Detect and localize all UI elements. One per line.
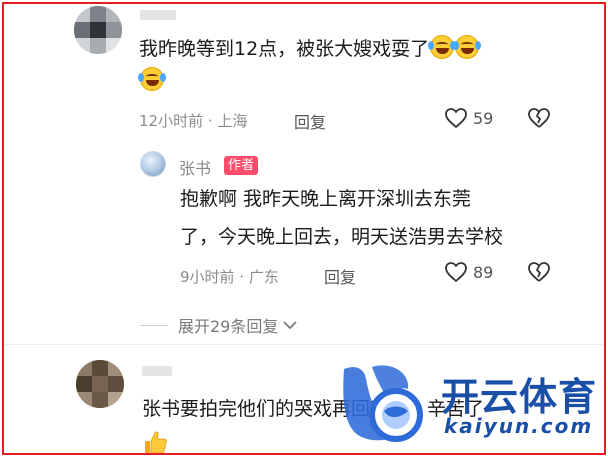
expand-replies-button[interactable]: 展开29条回复 <box>140 313 298 337</box>
reply-text: 了，今天晚上回去，明天送浩男去学校 <box>180 222 503 252</box>
expand-divider-line <box>140 324 168 326</box>
comment-text: 我昨晚等到12点，被张大嫂戏耍了 <box>139 34 482 64</box>
chevron-down-icon <box>283 321 298 330</box>
comment-text-continued <box>138 66 166 96</box>
reply-meta: 9小时前 · 广东 <box>180 268 279 286</box>
expand-replies-label: 展开29条回复 <box>178 317 279 336</box>
reply-text-line: 抱歉啊 我昨天晚上离开深圳去东莞 <box>180 188 472 210</box>
reply-button[interactable]: 回复 <box>324 264 356 288</box>
author-name[interactable]: 张书 <box>179 155 211 179</box>
reply-text-line: 了，今天晚上回去，明天送浩男去学校 <box>180 226 504 248</box>
broken-heart-icon[interactable] <box>527 107 551 133</box>
comment-text-line: 我昨晚等到12点，被张大嫂戏耍了 <box>139 38 430 60</box>
heart-icon <box>445 108 467 128</box>
reply-button[interactable]: 回复 <box>294 109 326 133</box>
thumbs-up-emoji-icon <box>145 431 167 453</box>
watermark-url: kaiyun.com <box>444 414 594 438</box>
author-avatar[interactable] <box>140 151 166 177</box>
username[interactable] <box>142 366 172 376</box>
crying-laughing-emoji-icon <box>428 35 457 59</box>
avatar[interactable] <box>76 360 124 408</box>
crying-laughing-emoji-icon <box>453 35 482 59</box>
like-button[interactable]: 89 <box>444 261 493 283</box>
watermark-brand: 开云体育 <box>441 375 598 419</box>
comment-panel: 我昨晚等到12点，被张大嫂戏耍了 12小时前 · 上海 回复 59 张书 作者 … <box>2 2 606 455</box>
comment-meta: 12小时前 · 上海 <box>139 112 248 130</box>
section-divider <box>4 344 604 345</box>
avatar[interactable] <box>74 6 122 54</box>
username[interactable] <box>140 10 176 20</box>
like-button[interactable]: 59 <box>444 107 493 129</box>
like-count: 59 <box>473 108 494 128</box>
heart-icon <box>445 262 467 282</box>
reply-text: 抱歉啊 我昨天晚上离开深圳去东莞 <box>180 184 471 214</box>
crying-laughing-emoji-icon <box>138 67 166 91</box>
broken-heart-icon[interactable] <box>527 261 551 287</box>
like-count: 89 <box>473 262 494 282</box>
author-badge: 作者 <box>224 156 259 175</box>
